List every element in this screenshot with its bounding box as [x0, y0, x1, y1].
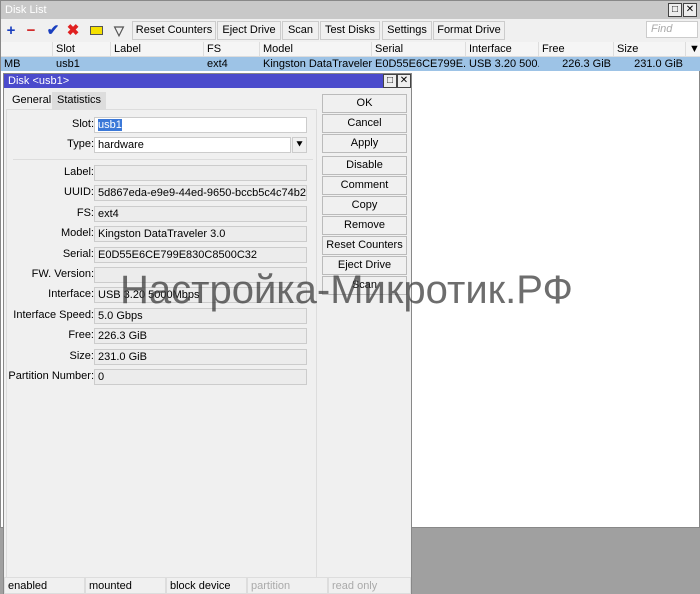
field-value: 5.0 Gbps: [94, 307, 307, 324]
slot-label: Slot:: [71, 118, 94, 130]
type-select[interactable]: hardware: [94, 137, 291, 153]
general-panel: Slot: usb1 Type: hardware ⯆ Label: UUID: 5…: [6, 109, 317, 578]
col-label[interactable]: Label: [111, 42, 204, 57]
find-input[interactable]: Find: [646, 21, 698, 38]
status-mounted: mounted: [85, 577, 166, 594]
column-menu-icon[interactable]: ▼: [686, 42, 700, 57]
col-free[interactable]: Free: [539, 42, 614, 57]
format-drive-button[interactable]: Format Drive: [433, 21, 505, 40]
disable-button[interactable]: Disable: [322, 156, 407, 175]
status-block-device: block device: [166, 577, 247, 594]
dropdown-icon[interactable]: ⯆: [292, 137, 307, 153]
comment-button[interactable]: Comment: [322, 176, 407, 195]
settings-button[interactable]: Settings: [382, 21, 432, 40]
col-size[interactable]: Size: [614, 42, 686, 57]
eject-drive-button[interactable]: Eject Drive: [322, 256, 407, 275]
enable-icon[interactable]: ✔: [44, 21, 62, 40]
eject-drive-button[interactable]: Eject Drive: [217, 21, 281, 40]
field-label: FS:: [76, 206, 94, 219]
reset-counters-button[interactable]: Reset Counters: [322, 236, 407, 255]
table-header: Slot Label FS Model Serial Interface Fre…: [1, 42, 700, 57]
cell-flags: MB: [4, 58, 21, 70]
cell-size: 231.0 GiB: [634, 58, 683, 70]
tab-statistics[interactable]: Statistics: [52, 92, 107, 109]
field-label: UUID:: [64, 186, 94, 199]
add-icon[interactable]: +: [2, 21, 20, 40]
col-slot[interactable]: Slot: [53, 42, 111, 57]
col-model[interactable]: Model: [260, 42, 372, 57]
remove-icon[interactable]: −: [22, 21, 40, 40]
ok-button[interactable]: OK: [322, 94, 407, 113]
scan-button[interactable]: Scan: [322, 276, 407, 295]
field-value: E0D55E6CE799E830C8500C32: [94, 246, 307, 263]
col-interface[interactable]: Interface: [466, 42, 539, 57]
cell-label: [111, 57, 204, 71]
status-read-only: read only: [328, 577, 411, 594]
field-value: 231.0 GiB: [94, 348, 307, 365]
type-label: Type:: [67, 138, 94, 150]
cell-fs: ext4: [207, 58, 228, 70]
cancel-button[interactable]: Cancel: [322, 114, 407, 133]
field-value: Kingston DataTraveler 3.0: [94, 226, 307, 243]
field-label: FW. Version:: [31, 268, 94, 280]
field-label: Label:: [64, 166, 94, 178]
apply-button[interactable]: Apply: [322, 134, 407, 153]
test-disks-button[interactable]: Test Disks: [320, 21, 380, 40]
col-serial[interactable]: Serial: [372, 42, 466, 57]
status-enabled: enabled: [4, 577, 85, 594]
comment-icon[interactable]: [87, 21, 105, 40]
cell-model: Kingston DataTraveler...: [263, 58, 372, 70]
maximize-button[interactable]: □: [668, 3, 682, 17]
field-value: [94, 165, 307, 181]
field-label: Model:: [60, 227, 94, 240]
cell-slot: usb1: [56, 58, 80, 70]
toolbar: + − ✔ ✖ ▽ Reset Counters Eject Drive Sca…: [1, 19, 700, 42]
table-row[interactable]: MB usb1 ext4 Kingston DataTraveler... E0…: [1, 57, 700, 71]
tab-general[interactable]: General: [7, 92, 57, 109]
field-label: Partition Number:: [8, 370, 94, 382]
field-value: USB 3.20 5000Mbps: [94, 287, 307, 304]
field-label: Serial:: [62, 247, 94, 260]
disable-icon[interactable]: ✖: [64, 21, 82, 40]
filter-icon[interactable]: ▽: [110, 21, 128, 40]
col-flags[interactable]: [1, 42, 53, 57]
field-value: [94, 267, 307, 283]
field-value: 5d867eda-e9e9-44ed-9650-bccb5c4c74b2: [94, 185, 307, 202]
separator: [13, 159, 313, 160]
disk-dialog: Disk <usb1> □ ✕ General Statistics Slot:…: [3, 73, 412, 594]
reset-counters-button[interactable]: Reset Counters: [132, 21, 216, 40]
status-partition: partition: [247, 577, 328, 594]
col-fs[interactable]: FS: [204, 42, 260, 57]
copy-button[interactable]: Copy: [322, 196, 407, 215]
window-title: Disk List: [1, 1, 700, 19]
dialog-title: Disk <usb1>: [4, 74, 411, 88]
cell-serial: E0D55E6CE799E...: [375, 58, 466, 70]
close-button[interactable]: ✕: [397, 74, 411, 88]
field-value: 226.3 GiB: [94, 328, 307, 345]
scan-button[interactable]: Scan: [282, 21, 319, 40]
slot-input[interactable]: usb1: [94, 117, 307, 133]
field-value: ext4: [94, 205, 307, 222]
cell-interface: USB 3.20 500...: [469, 58, 539, 70]
field-label: Interface Speed:: [13, 308, 94, 321]
field-label: Free:: [68, 329, 94, 342]
close-button[interactable]: ✕: [683, 3, 697, 17]
field-label: Size:: [69, 349, 94, 362]
field-label: Interface:: [48, 288, 94, 301]
maximize-button[interactable]: □: [383, 74, 397, 88]
remove-button[interactable]: Remove: [322, 216, 407, 235]
status-bar: enabled mounted block device partition r…: [4, 577, 411, 594]
field-value: 0: [94, 369, 307, 385]
slot-value: usb1: [98, 119, 122, 131]
cell-free: 226.3 GiB: [562, 58, 611, 70]
